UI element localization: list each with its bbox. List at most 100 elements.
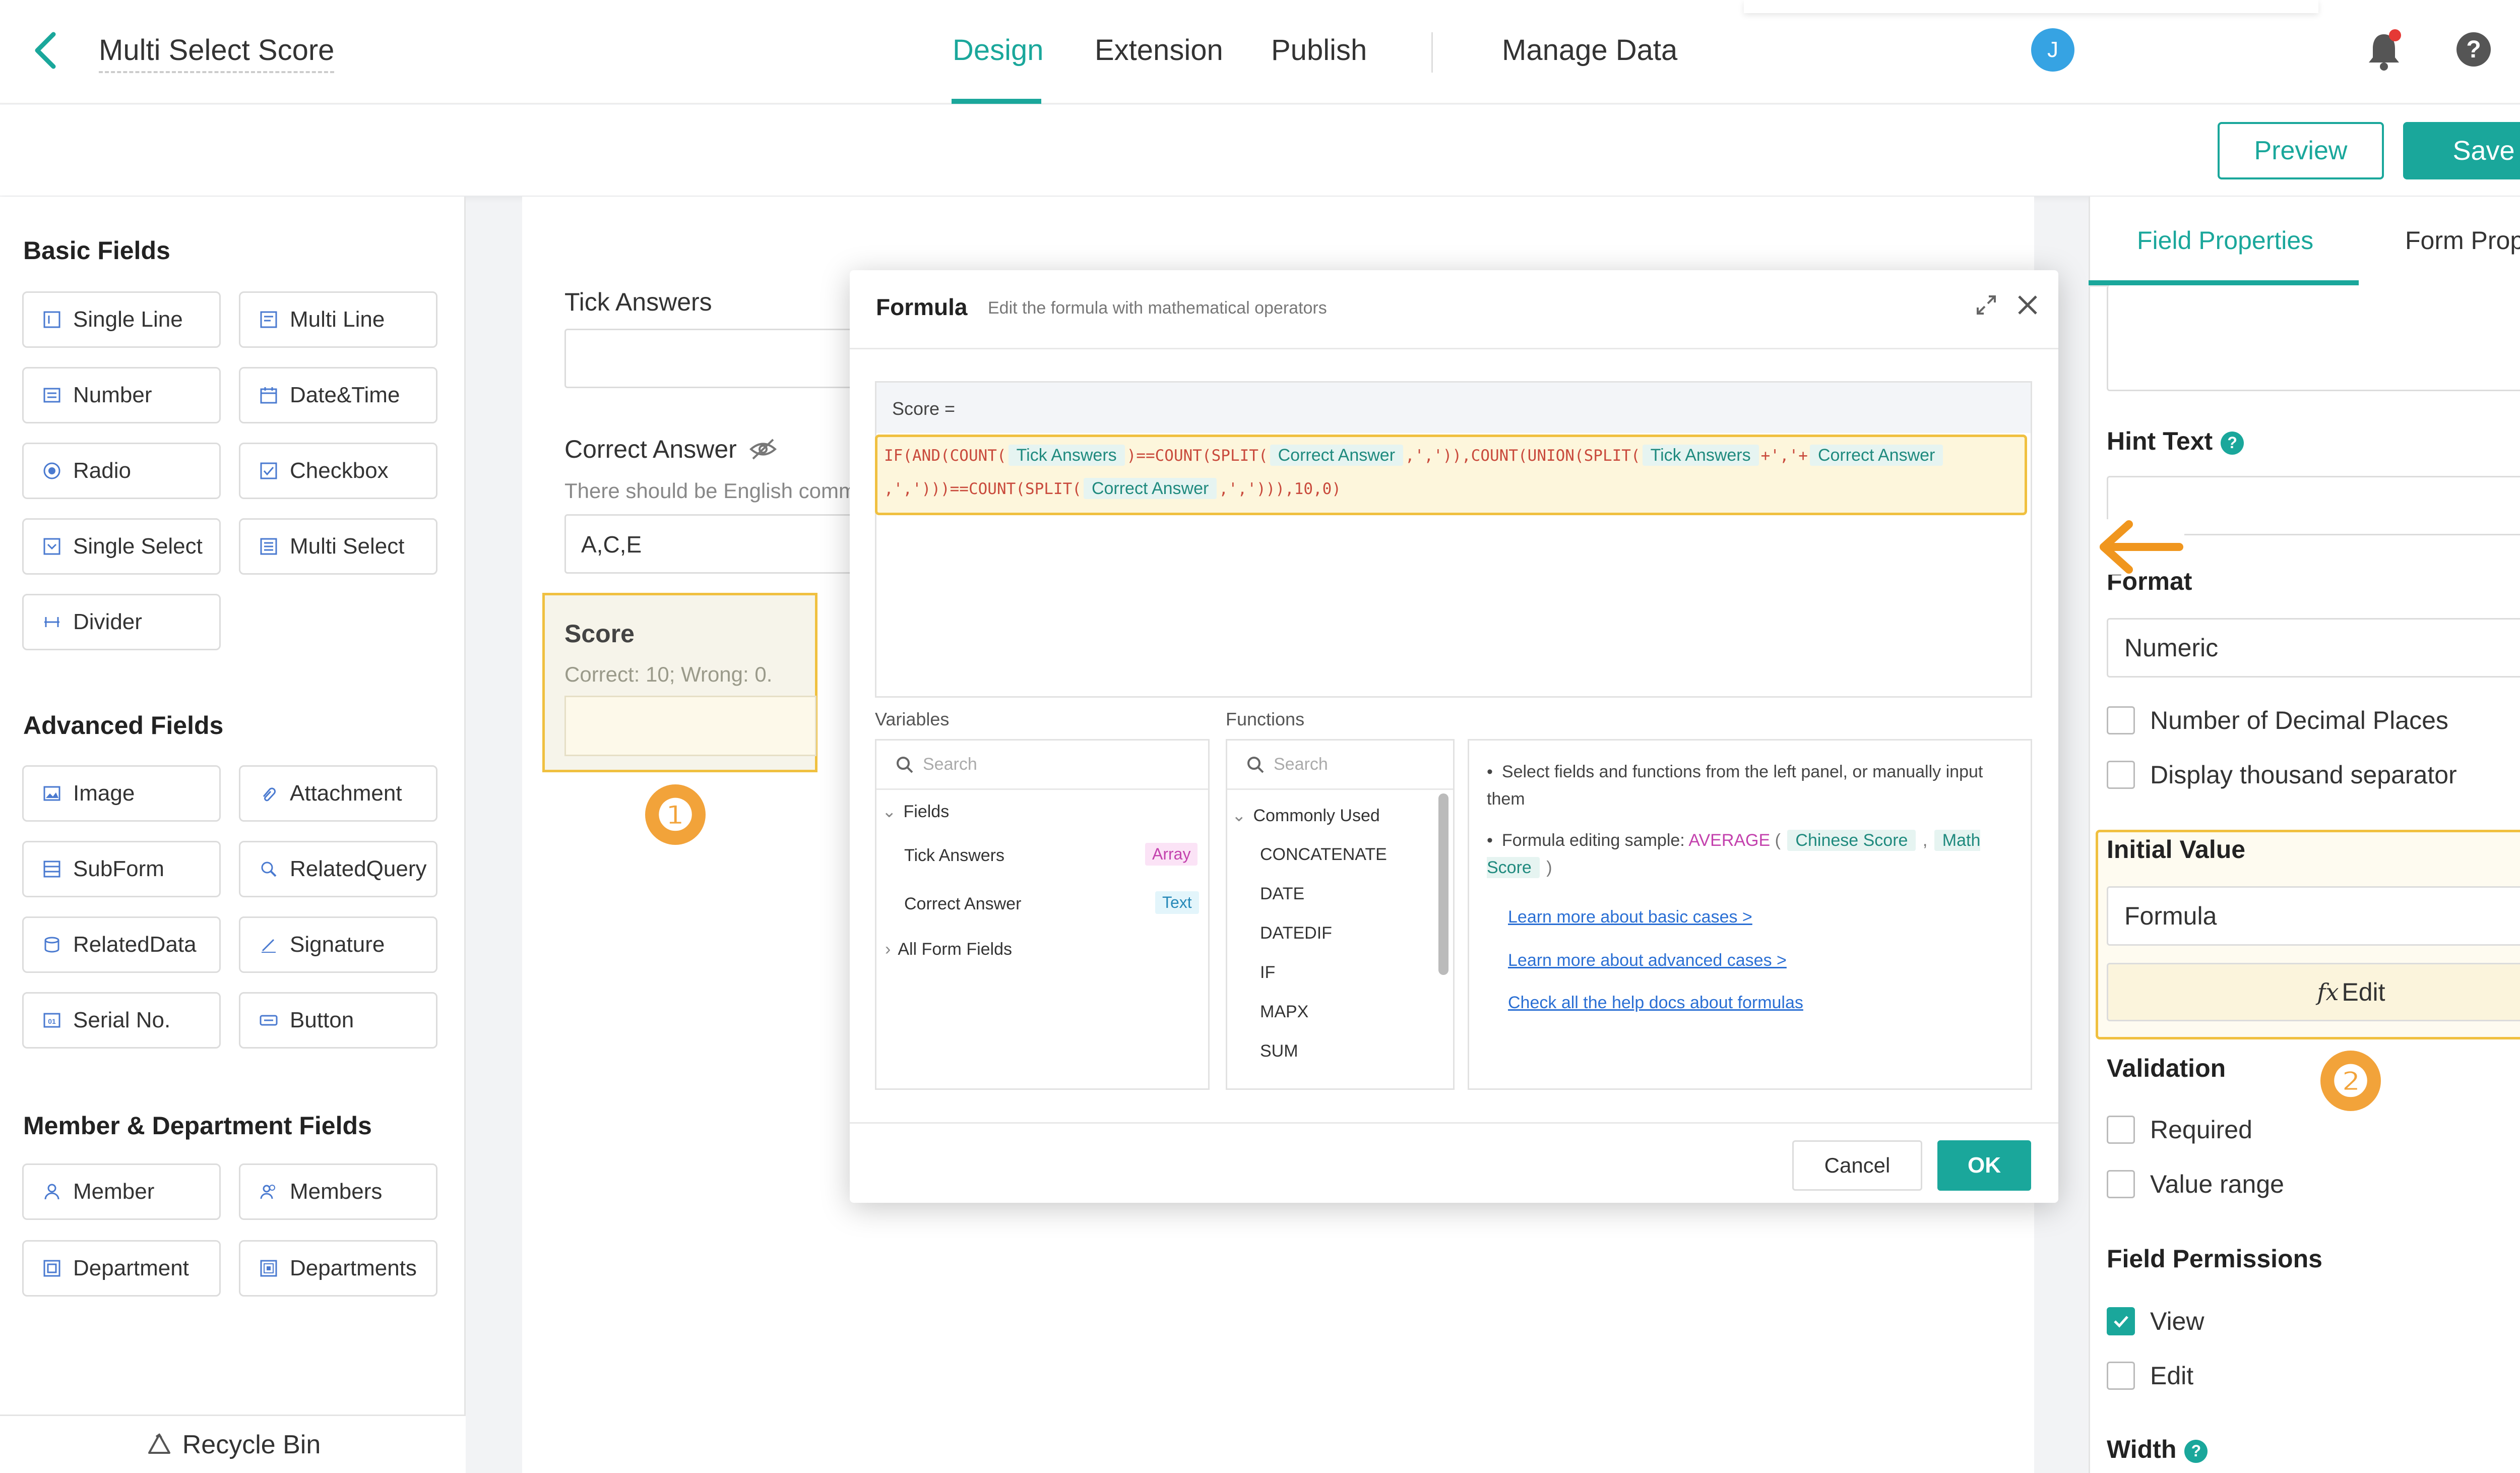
function-item[interactable]: DATEDIF <box>1260 924 1332 943</box>
button-icon <box>259 1010 279 1030</box>
related-query-icon <box>259 859 279 879</box>
field-relateddata[interactable]: RelatedData <box>22 916 221 973</box>
hint-text-heading: Hint Text? <box>2107 426 2244 456</box>
description-textarea[interactable] <box>2107 285 2520 391</box>
signature-icon <box>259 935 279 955</box>
required-checkbox[interactable] <box>2107 1116 2135 1144</box>
field-department[interactable]: Department <box>22 1240 221 1297</box>
editor-label-bar <box>876 383 2031 433</box>
field-number[interactable]: Number <box>22 367 221 423</box>
required-option[interactable]: Required <box>2107 1115 2252 1144</box>
link-help-docs[interactable]: Check all the help docs about formulas <box>1508 993 1803 1013</box>
link-advanced-cases[interactable]: Learn more about advanced cases > <box>1508 951 1787 970</box>
score-description: Correct: 10; Wrong: 0. <box>564 662 773 686</box>
variables-search[interactable]: Search <box>876 741 1208 790</box>
thousand-separator-checkbox[interactable] <box>2107 761 2135 789</box>
field-divider[interactable]: Divider <box>22 594 221 650</box>
field-button[interactable]: Button <box>239 992 437 1049</box>
tab-publish[interactable]: Publish <box>1271 33 1367 67</box>
functions-scrollbar[interactable] <box>1438 793 1448 975</box>
view-permission-checkbox[interactable] <box>2107 1307 2135 1335</box>
related-data-icon <box>42 935 62 955</box>
back-arrow-icon[interactable] <box>31 30 61 71</box>
initial-value-select[interactable]: Formula <box>2107 886 2520 946</box>
field-departments[interactable]: Departments <box>239 1240 437 1297</box>
formula-line-2: ,',')))==COUNT(SPLIT(Correct Answer ,',')… <box>884 478 1341 499</box>
formula-field-tag: Correct Answer <box>1270 445 1404 466</box>
formula-field-tag: Correct Answer <box>1083 478 1217 499</box>
save-button[interactable]: Save <box>2403 122 2520 179</box>
format-select[interactable]: Numeric <box>2107 618 2520 678</box>
formula-dialog-subtitle: Edit the formula with mathematical opera… <box>988 298 1327 318</box>
formula-field-tag: Tick Answers <box>1008 445 1125 466</box>
help-circle-icon[interactable]: ? <box>2184 1439 2208 1463</box>
active-tab-underline <box>952 99 1041 104</box>
commonly-used-toggle[interactable]: ⌄ Commonly Used <box>1232 806 1380 826</box>
field-checkbox[interactable]: Checkbox <box>239 443 437 499</box>
cancel-button[interactable]: Cancel <box>1792 1140 1922 1191</box>
field-image[interactable]: Image <box>22 765 221 822</box>
search-icon <box>1247 756 1264 773</box>
tick-answers-input[interactable] <box>564 329 867 388</box>
preview-button[interactable]: Preview <box>2218 122 2384 179</box>
field-single-select[interactable]: Single Select <box>22 518 221 575</box>
value-range-checkbox[interactable] <box>2107 1170 2135 1198</box>
recycle-bin-button[interactable]: Recycle Bin <box>0 1415 466 1473</box>
field-serial-no[interactable]: 01 Serial No. <box>22 992 221 1049</box>
score-input[interactable] <box>564 696 816 756</box>
user-avatar[interactable]: J <box>2031 28 2074 72</box>
function-item[interactable]: SUM <box>1260 1041 1298 1061</box>
field-multi-line[interactable]: Multi Line <box>239 291 437 348</box>
field-multi-select[interactable]: Multi Select <box>239 518 437 575</box>
formula-field-tag: Correct Answer <box>1809 445 1943 466</box>
field-radio[interactable]: Radio <box>22 443 221 499</box>
single-select-icon <box>42 536 62 557</box>
member-icon <box>42 1182 62 1202</box>
edit-permission-option[interactable]: Edit <box>2107 1361 2193 1390</box>
function-item[interactable]: MAPX <box>1260 1002 1308 1022</box>
field-members[interactable]: Members <box>239 1163 437 1220</box>
expand-icon[interactable] <box>1974 292 1999 318</box>
tab-field-properties[interactable]: Field Properties <box>2137 226 2313 255</box>
link-basic-cases[interactable]: Learn more about basic cases > <box>1508 907 1752 927</box>
notification-bell-icon[interactable] <box>2364 27 2404 73</box>
thousand-separator-option[interactable]: Display thousand separator <box>2107 760 2457 789</box>
variable-tick-answers[interactable]: Tick Answers <box>904 846 1004 866</box>
edit-permission-checkbox[interactable] <box>2107 1362 2135 1390</box>
help-circle-icon[interactable]: ? <box>2221 431 2244 455</box>
tab-extension[interactable]: Extension <box>1095 33 1223 67</box>
field-single-line[interactable]: Single Line <box>22 291 221 348</box>
function-item[interactable]: CONCATENATE <box>1260 845 1387 865</box>
variable-correct-answer[interactable]: Correct Answer <box>904 894 1021 914</box>
decimal-places-option[interactable]: Number of Decimal Places <box>2107 706 2448 735</box>
tab-manage-data[interactable]: Manage Data <box>1502 33 1677 67</box>
function-item[interactable]: IF <box>1260 963 1275 983</box>
field-signature[interactable]: Signature <box>239 916 437 973</box>
tab-form-properties[interactable]: Form Properties <box>2405 226 2520 255</box>
functions-search[interactable]: Search <box>1227 741 1453 790</box>
value-range-option[interactable]: Value range <box>2107 1170 2284 1199</box>
close-icon[interactable] <box>2015 292 2040 318</box>
field-attachment[interactable]: Attachment <box>239 765 437 822</box>
variables-heading: Variables <box>875 709 950 729</box>
ok-button[interactable]: OK <box>1937 1140 2031 1191</box>
app-title[interactable]: Multi Select Score <box>99 33 335 73</box>
field-relatedquery[interactable]: RelatedQuery <box>239 841 437 897</box>
tab-design[interactable]: Design <box>953 33 1044 67</box>
help-icon[interactable]: ? <box>2453 29 2494 70</box>
field-member[interactable]: Member <box>22 1163 221 1220</box>
dialog-footer-divider <box>850 1122 2058 1124</box>
decimal-places-checkbox[interactable] <box>2107 706 2135 734</box>
field-datetime[interactable]: Date&Time <box>239 367 437 423</box>
field-subform[interactable]: SubForm <box>22 841 221 897</box>
arrow-annotation-icon <box>2094 519 2184 575</box>
members-icon <box>259 1182 279 1202</box>
correct-answer-input[interactable]: A,C,E <box>564 514 867 574</box>
function-item[interactable]: DATE <box>1260 884 1304 904</box>
fields-group-toggle[interactable]: ⌄ Fields <box>882 802 949 822</box>
view-permission-option[interactable]: View <box>2107 1307 2204 1336</box>
multi-select-icon <box>259 536 279 557</box>
edit-formula-button[interactable]: fx Edit <box>2107 963 2520 1021</box>
basic-fields-heading: Basic Fields <box>23 236 170 265</box>
all-form-fields-toggle[interactable]: › All Form Fields <box>885 940 1012 959</box>
